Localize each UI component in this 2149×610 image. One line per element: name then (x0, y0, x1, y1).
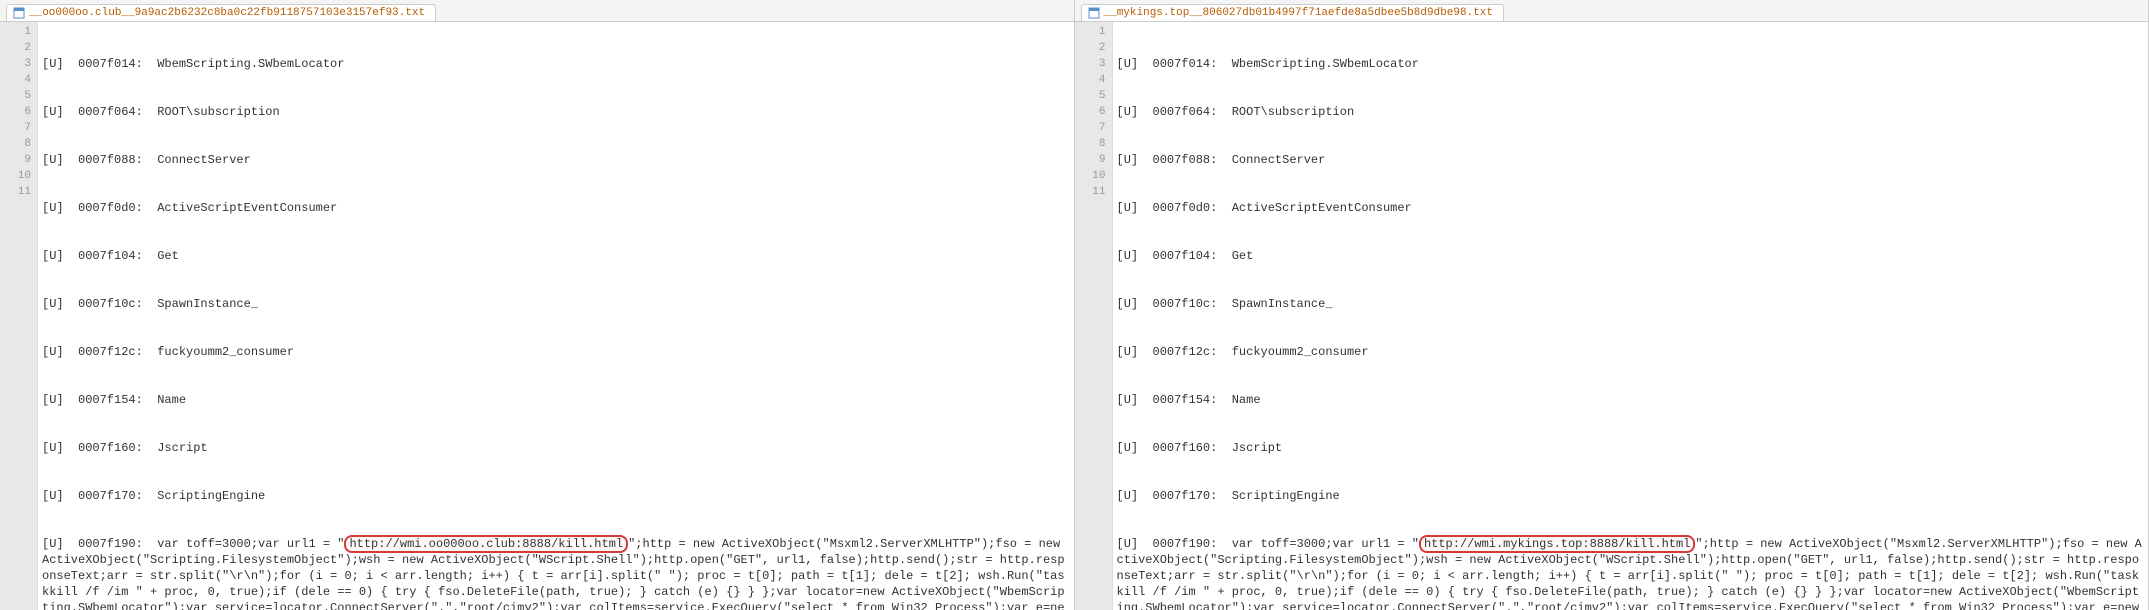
file-tab-left[interactable]: __oo000oo.club__9a9ac2b6232c8ba0c22fb911… (6, 4, 436, 21)
code-line: [U] 0007f0d0: ActiveScriptEventConsumer (42, 200, 1070, 216)
code-line: [U] 0007f104: Get (42, 248, 1070, 264)
file-icon (1088, 7, 1100, 19)
code-line: [U] 0007f12c: fuckyoumm2_consumer (42, 344, 1070, 360)
tab-bar-left: __oo000oo.club__9a9ac2b6232c8ba0c22fb911… (0, 0, 1074, 22)
gutter-right: 1 2 3 4 5 6 7 8 9 10 11 (1075, 22, 1113, 610)
code-line: [U] 0007f064: ROOT\subscription (42, 104, 1070, 120)
right-pane: __mykings.top__806027db01b4997f71aefde8a… (1075, 0, 2149, 610)
tab-title-right: __mykings.top__806027db01b4997f71aefde8a… (1104, 7, 1493, 19)
gutter-left: 1 2 3 4 5 6 7 8 9 10 11 (0, 22, 38, 610)
code-line: [U] 0007f154: Name (1117, 392, 2145, 408)
code-line: [U] 0007f160: Jscript (42, 440, 1070, 456)
editor-right[interactable]: 1 2 3 4 5 6 7 8 9 10 11 [U] 0007f014: Wb… (1075, 22, 2149, 610)
code-line: [U] 0007f154: Name (42, 392, 1070, 408)
file-icon (13, 7, 25, 19)
code-line: [U] 0007f170: ScriptingEngine (1117, 488, 2145, 504)
code-line: [U] 0007f0d0: ActiveScriptEventConsumer (1117, 200, 2145, 216)
code-line: [U] 0007f088: ConnectServer (1117, 152, 2145, 168)
highlight-url-1: http://wmi.oo000oo.club:8888/kill.html (344, 535, 628, 553)
highlight-url-1: http://wmi.mykings.top:8888/kill.html (1419, 535, 1695, 553)
tab-bar-right: __mykings.top__806027db01b4997f71aefde8a… (1075, 0, 2149, 22)
code-line: [U] 0007f064: ROOT\subscription (1117, 104, 2145, 120)
code-line: [U] 0007f088: ConnectServer (42, 152, 1070, 168)
code-line: [U] 0007f160: Jscript (1117, 440, 2145, 456)
code-line-long: [U] 0007f190: var toff=3000;var url1 = "… (1117, 536, 2145, 610)
code-right[interactable]: [U] 0007f014: WbemScripting.SWbemLocator… (1113, 22, 2149, 610)
left-pane: __oo000oo.club__9a9ac2b6232c8ba0c22fb911… (0, 0, 1075, 610)
code-line-long: [U] 0007f190: var toff=3000;var url1 = "… (42, 536, 1070, 610)
code-line: [U] 0007f10c: SpawnInstance_ (42, 296, 1070, 312)
file-tab-right[interactable]: __mykings.top__806027db01b4997f71aefde8a… (1081, 4, 1504, 21)
code-line: [U] 0007f10c: SpawnInstance_ (1117, 296, 2145, 312)
code-line: [U] 0007f170: ScriptingEngine (42, 488, 1070, 504)
tab-title-left: __oo000oo.club__9a9ac2b6232c8ba0c22fb911… (29, 7, 425, 19)
code-left[interactable]: [U] 0007f014: WbemScripting.SWbemLocator… (38, 22, 1074, 610)
code-line: [U] 0007f014: WbemScripting.SWbemLocator (42, 56, 1070, 72)
code-line: [U] 0007f014: WbemScripting.SWbemLocator (1117, 56, 2145, 72)
code-line: [U] 0007f12c: fuckyoumm2_consumer (1117, 344, 2145, 360)
editor-left[interactable]: 1 2 3 4 5 6 7 8 9 10 11 [U] 0007f014: Wb… (0, 22, 1074, 610)
code-line: [U] 0007f104: Get (1117, 248, 2145, 264)
